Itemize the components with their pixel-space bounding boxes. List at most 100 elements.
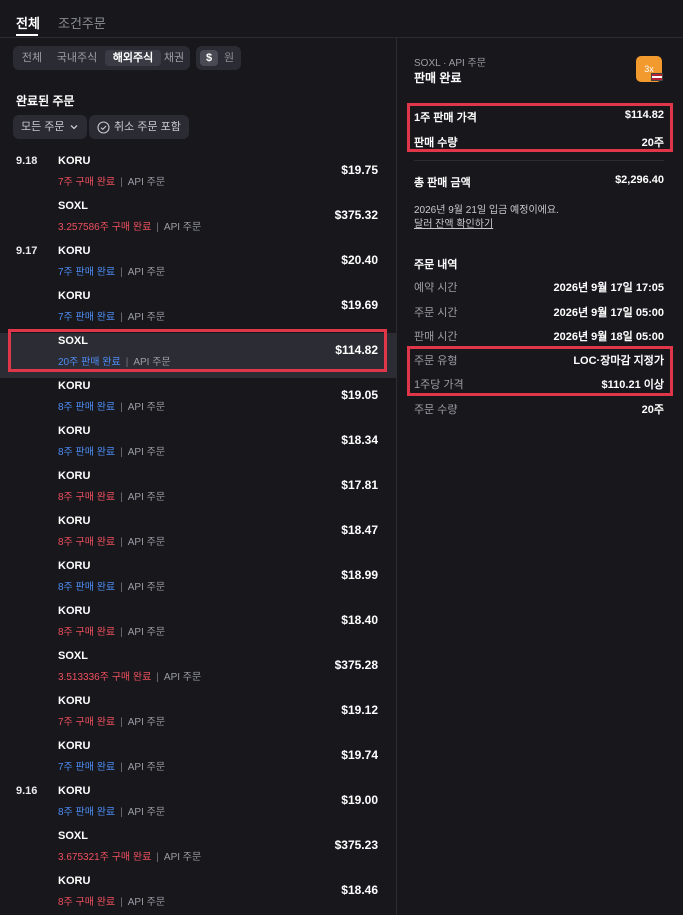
separator: | — [120, 582, 123, 593]
order-row[interactable]: KORU 8주 판매 완료 | API 주문 $19.05 — [0, 378, 396, 423]
separator: | — [120, 537, 123, 548]
detail-row-reserved-time: 예약 시간 2026년 9월 17일 17:05 — [414, 279, 664, 297]
order-action: 구매 완료 — [73, 537, 116, 548]
order-action-text: 판매 완료 — [75, 447, 116, 458]
order-row[interactable]: SOXL 3.675321주 구매 완료 | API 주문 $375.23 — [0, 828, 396, 873]
unit-price-label: 1주 판매 가격 — [414, 112, 477, 124]
order-symbol: KORU — [58, 560, 91, 572]
order-amount: $18.99 — [341, 568, 378, 582]
order-symbol: KORU — [58, 425, 91, 437]
order-row[interactable]: SOXL 20주 판매 완료 | API 주문 $114.82 — [0, 333, 396, 378]
order-symbol: KORU — [58, 155, 91, 167]
order-quantity: 8주 — [58, 402, 73, 413]
order-date: 9.17 — [16, 245, 38, 257]
order-type-dropdown[interactable]: 모든 주문 — [13, 115, 87, 139]
order-amount: $20.40 — [341, 253, 378, 267]
order-row[interactable]: 9.18 KORU 7주 구매 완료 | API 주문 $19.75 — [0, 153, 396, 198]
order-amount: $19.69 — [341, 298, 378, 312]
order-row[interactable]: 9.16 KORU 8주 판매 완료 | API 주문 $19.00 — [0, 783, 396, 828]
order-action: 판매 완료 — [73, 267, 116, 278]
order-row[interactable]: KORU 7주 구매 완료 | API 주문 $19.12 — [0, 693, 396, 738]
detail-row-label: 1주당 가격 — [414, 379, 464, 391]
segment-overseas-stock[interactable]: 해외주식 — [105, 50, 161, 66]
detail-row-order-time: 주문 시간 2026년 9월 17일 05:00 — [414, 304, 664, 322]
order-amount: $19.00 — [341, 793, 378, 807]
order-row[interactable]: KORU 7주 판매 완료 | API 주문 $19.74 — [0, 738, 396, 783]
order-amount: $18.46 — [341, 883, 378, 897]
order-action: 구매 완료 — [109, 672, 152, 683]
sell-quantity-value: 20주 — [641, 137, 664, 149]
detail-sell-quantity: 판매 수량 20주 — [414, 134, 664, 152]
order-quantity: 8주 — [58, 537, 73, 548]
total-label: 총 판매 금액 — [414, 177, 471, 189]
segment-bond[interactable]: 채권 — [161, 50, 187, 66]
order-channel: API 주문 — [127, 807, 166, 818]
tab-all[interactable]: 전체 — [16, 13, 40, 32]
order-row[interactable]: KORU 8주 구매 완료 | API 주문 $17.81 — [0, 468, 396, 513]
detail-row-label: 판매 시간 — [414, 331, 458, 343]
segment-all[interactable]: 전체 — [17, 50, 47, 66]
order-quantity: 3.675321주 — [58, 852, 109, 863]
order-row[interactable]: KORU 8주 구매 완료 | API 주문 $18.40 — [0, 603, 396, 648]
order-action-text: 구매 완료 — [111, 852, 152, 863]
order-channel: API 주문 — [127, 717, 166, 728]
order-row[interactable]: SOXL 3.257586주 구매 완료 | API 주문 $375.32 — [0, 198, 396, 243]
order-symbol: KORU — [58, 740, 91, 752]
order-date: 9.16 — [16, 785, 38, 797]
market-segment-control: 전체 국내주식 해외주식 채권 — [13, 46, 190, 70]
order-action: 판매 완료 — [73, 582, 116, 593]
order-subtitle: 7주 구매 완료 | API 주문 — [58, 173, 165, 188]
order-subtitle: 8주 구매 완료 | API 주문 — [58, 488, 165, 503]
order-row[interactable]: SOXL 3.513336주 구매 완료 | API 주문 $375.28 — [0, 648, 396, 693]
order-row[interactable]: KORU 8주 구매 완료 | API 주문 $18.47 — [0, 513, 396, 558]
order-subtitle: 20주 판매 완료 | API 주문 — [58, 353, 171, 368]
order-quantity: 3.257586주 — [58, 222, 109, 233]
order-quantity: 7주 — [58, 717, 73, 728]
order-row[interactable]: KORU 8주 판매 완료 | API 주문 $18.34 — [0, 423, 396, 468]
order-action-text: 구매 완료 — [75, 897, 116, 908]
order-action: 판매 완료 — [73, 312, 116, 323]
order-action-text: 판매 완료 — [75, 582, 116, 593]
order-quantity: 8주 — [58, 897, 73, 908]
check-dollar-balance-link[interactable]: 달러 잔액 확인하기 — [414, 215, 493, 230]
separator: | — [120, 627, 123, 638]
order-action: 판매 완료 — [78, 357, 121, 368]
order-action: 구매 완료 — [109, 222, 152, 233]
order-symbol: KORU — [58, 245, 91, 257]
detail-row-label: 주문 수량 — [414, 404, 458, 416]
order-action-text: 판매 완료 — [75, 762, 116, 773]
detail-row-label: 주문 시간 — [414, 307, 458, 319]
order-action: 구매 완료 — [109, 852, 152, 863]
order-subtitle: 8주 구매 완료 | API 주문 — [58, 533, 165, 548]
order-action: 판매 완료 — [73, 807, 116, 818]
segment-domestic-stock[interactable]: 국내주식 — [51, 50, 103, 66]
separator: | — [156, 852, 159, 863]
order-list-panel: 전체 국내주식 해외주식 채권 $ 원 완료된 주문 모든 주문 취소 주문 포… — [0, 38, 396, 915]
order-row[interactable]: KORU 8주 구매 완료 | API 주문 $18.46 — [0, 873, 396, 915]
detail-row-value: 2026년 9월 17일 05:00 — [553, 307, 665, 319]
currency-toggle: $ 원 — [196, 46, 241, 70]
order-row[interactable]: KORU 7주 판매 완료 | API 주문 $19.69 — [0, 288, 396, 333]
order-channel: API 주문 — [163, 852, 202, 863]
order-amount: $19.75 — [341, 163, 378, 177]
separator: | — [120, 717, 123, 728]
currency-won[interactable]: 원 — [220, 50, 238, 66]
order-row[interactable]: KORU 8주 판매 완료 | API 주문 $18.99 — [0, 558, 396, 603]
order-row[interactable]: 9.17 KORU 7주 판매 완료 | API 주문 $20.40 — [0, 243, 396, 288]
total-value: $2,296.40 — [615, 174, 664, 186]
order-channel: API 주문 — [127, 627, 166, 638]
tab-conditional-orders[interactable]: 조건주문 — [58, 13, 106, 32]
detail-symbol-meta: SOXL · API 주문 — [414, 58, 486, 69]
include-cancelled-toggle[interactable]: 취소 주문 포함 — [89, 115, 189, 139]
order-action-text: 판매 완료 — [75, 267, 116, 278]
order-amount: $18.34 — [341, 433, 378, 447]
order-action-text: 구매 완료 — [75, 537, 116, 548]
order-amount: $19.74 — [341, 748, 378, 762]
order-subtitle: 8주 판매 완료 | API 주문 — [58, 578, 165, 593]
order-amount: $375.32 — [334, 208, 378, 222]
currency-dollar[interactable]: $ — [200, 50, 218, 66]
sell-quantity-label: 판매 수량 — [414, 137, 458, 149]
order-symbol: KORU — [58, 290, 91, 302]
order-symbol: KORU — [58, 875, 91, 887]
order-channel: API 주문 — [127, 267, 166, 278]
